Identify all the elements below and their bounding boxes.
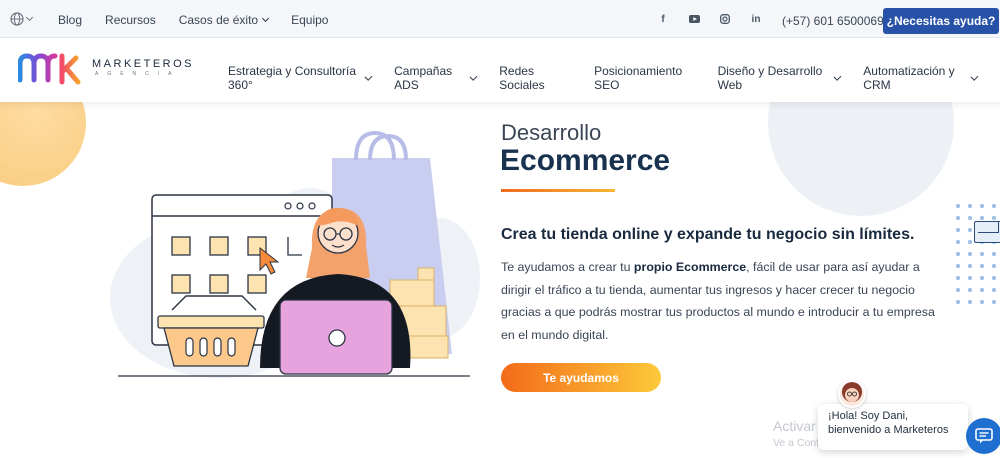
nav-item-redes[interactable]: Redes Sociales bbox=[499, 64, 571, 92]
top-link-casos[interactable]: Casos de éxito bbox=[178, 13, 270, 27]
nav-item-label: Posicionamiento SEO bbox=[594, 64, 683, 92]
ecommerce-illustration bbox=[110, 130, 480, 378]
youtube-icon[interactable] bbox=[687, 12, 701, 26]
help-button[interactable]: ¿Necesitas ayuda? bbox=[883, 8, 999, 34]
chevron-down-icon bbox=[469, 72, 478, 81]
hero-body: Te ayudamos a crear tu propio Ecommerce,… bbox=[501, 256, 941, 346]
decor-dot-grid bbox=[952, 200, 1000, 310]
hero-body-bold: propio Ecommerce bbox=[633, 260, 747, 274]
top-link-casos-label: Casos de éxito bbox=[178, 13, 259, 27]
hero-subtitle: Crea tu tienda online y expande tu negoc… bbox=[501, 226, 915, 243]
mail-icon bbox=[974, 221, 1000, 243]
main-nav: MARKETEROS AGENCIA Estrategia y Consulto… bbox=[0, 38, 1000, 102]
top-link-recursos[interactable]: Recursos bbox=[105, 13, 156, 27]
page: Blog Recursos Casos de éxito Equipo f in… bbox=[0, 0, 1000, 458]
phone-number[interactable]: (+57) 601 6500069 bbox=[782, 14, 884, 28]
hero-kicker: Desarrollo bbox=[501, 120, 602, 145]
chat-greeting-line2: bienvenido a Marketeros bbox=[828, 424, 949, 436]
globe-icon bbox=[10, 12, 24, 26]
nav-item-estrategia[interactable]: Estrategia y Consultoría 360° bbox=[228, 64, 373, 92]
chevron-down-icon bbox=[262, 14, 270, 23]
nav-item-diseno[interactable]: Diseño y Desarrollo Web bbox=[717, 64, 842, 92]
instagram-icon[interactable] bbox=[718, 12, 732, 26]
nav-links: Estrategia y Consultoría 360° Campañas A… bbox=[228, 64, 1000, 92]
chevron-down-icon bbox=[364, 72, 373, 81]
cta-button[interactable]: Te ayudamos bbox=[501, 363, 661, 392]
nav-item-label: Estrategia y Consultoría 360° bbox=[228, 64, 357, 92]
chat-avatar bbox=[838, 380, 866, 408]
brand-name: MARKETEROS bbox=[92, 58, 195, 70]
chevron-down-icon bbox=[25, 13, 34, 22]
brand-sub: AGENCIA bbox=[95, 71, 181, 77]
nav-item-label: Diseño y Desarrollo Web bbox=[717, 64, 823, 92]
top-links: Blog Recursos Casos de éxito Equipo bbox=[58, 13, 351, 27]
facebook-icon[interactable]: f bbox=[656, 12, 670, 26]
chevron-down-icon bbox=[970, 72, 979, 81]
nav-item-label: Redes Sociales bbox=[499, 64, 545, 92]
chevron-down-icon bbox=[833, 72, 842, 81]
social-links: f in bbox=[656, 12, 763, 26]
top-bar: Blog Recursos Casos de éxito Equipo f in… bbox=[0, 0, 1000, 38]
language-selector[interactable] bbox=[10, 11, 36, 27]
nav-item-automatizacion[interactable]: Automatización y CRM bbox=[863, 64, 979, 92]
hero-title: Ecommerce bbox=[500, 144, 671, 177]
logo-mark-icon[interactable] bbox=[18, 52, 82, 86]
nav-item-label: Automatización y CRM bbox=[863, 64, 955, 92]
chat-open-button[interactable] bbox=[966, 418, 1000, 454]
linkedin-icon[interactable]: in bbox=[749, 12, 763, 26]
chat-greeting[interactable]: ¡Hola! Soy Dani, bienvenido a Marketeros bbox=[818, 404, 968, 450]
hero-body-start: Te ayudamos a crear tu bbox=[501, 260, 634, 274]
title-underline bbox=[501, 189, 615, 192]
chat-bubble-icon bbox=[975, 428, 993, 444]
nav-item-label: Campañas ADS bbox=[394, 64, 453, 92]
nav-item-seo[interactable]: Posicionamiento SEO bbox=[594, 64, 695, 92]
chat-greeting-line1: ¡Hola! Soy Dani, bbox=[828, 410, 909, 422]
top-link-blog[interactable]: Blog bbox=[58, 13, 82, 27]
top-link-equipo[interactable]: Equipo bbox=[291, 13, 328, 27]
nav-item-campanas[interactable]: Campañas ADS bbox=[394, 64, 478, 92]
